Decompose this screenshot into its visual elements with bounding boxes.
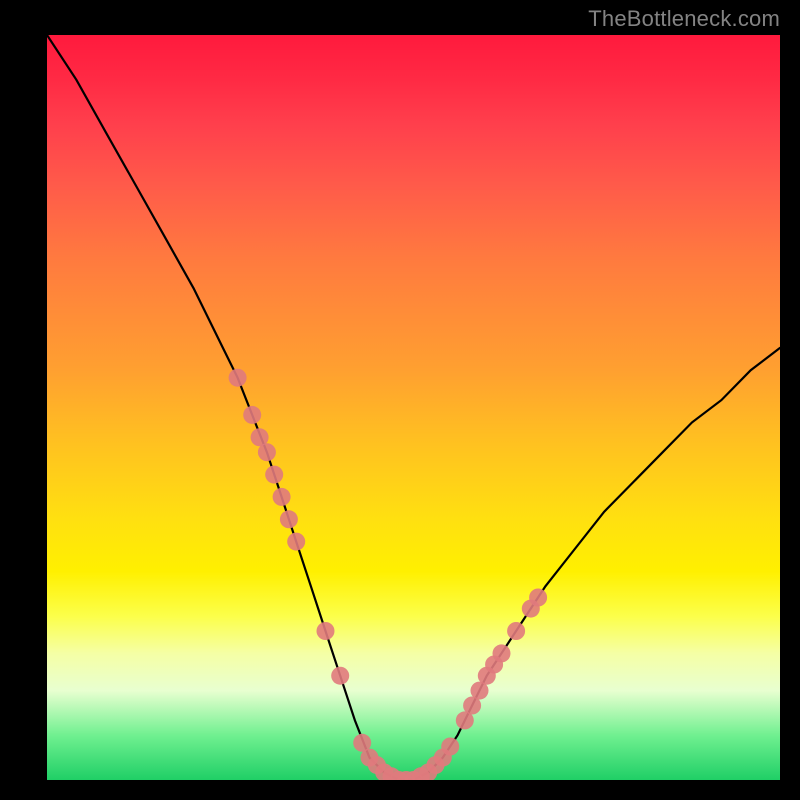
marker-point <box>441 738 459 756</box>
marker-point <box>317 622 335 640</box>
marker-point <box>287 533 305 551</box>
chart-frame: TheBottleneck.com <box>0 0 800 800</box>
marker-point <box>258 443 276 461</box>
marker-point <box>280 510 298 528</box>
marker-point <box>265 466 283 484</box>
marker-point <box>243 406 261 424</box>
chart-overlay <box>47 35 780 780</box>
plot-area <box>47 35 780 780</box>
marker-point <box>493 644 511 662</box>
bottleneck-curve <box>47 35 780 780</box>
marker-point <box>273 488 291 506</box>
marker-point <box>229 369 247 387</box>
marker-point <box>529 589 547 607</box>
marker-point <box>331 667 349 685</box>
marker-point <box>507 622 525 640</box>
watermark-text: TheBottleneck.com <box>588 6 780 32</box>
highlighted-points <box>229 369 547 780</box>
